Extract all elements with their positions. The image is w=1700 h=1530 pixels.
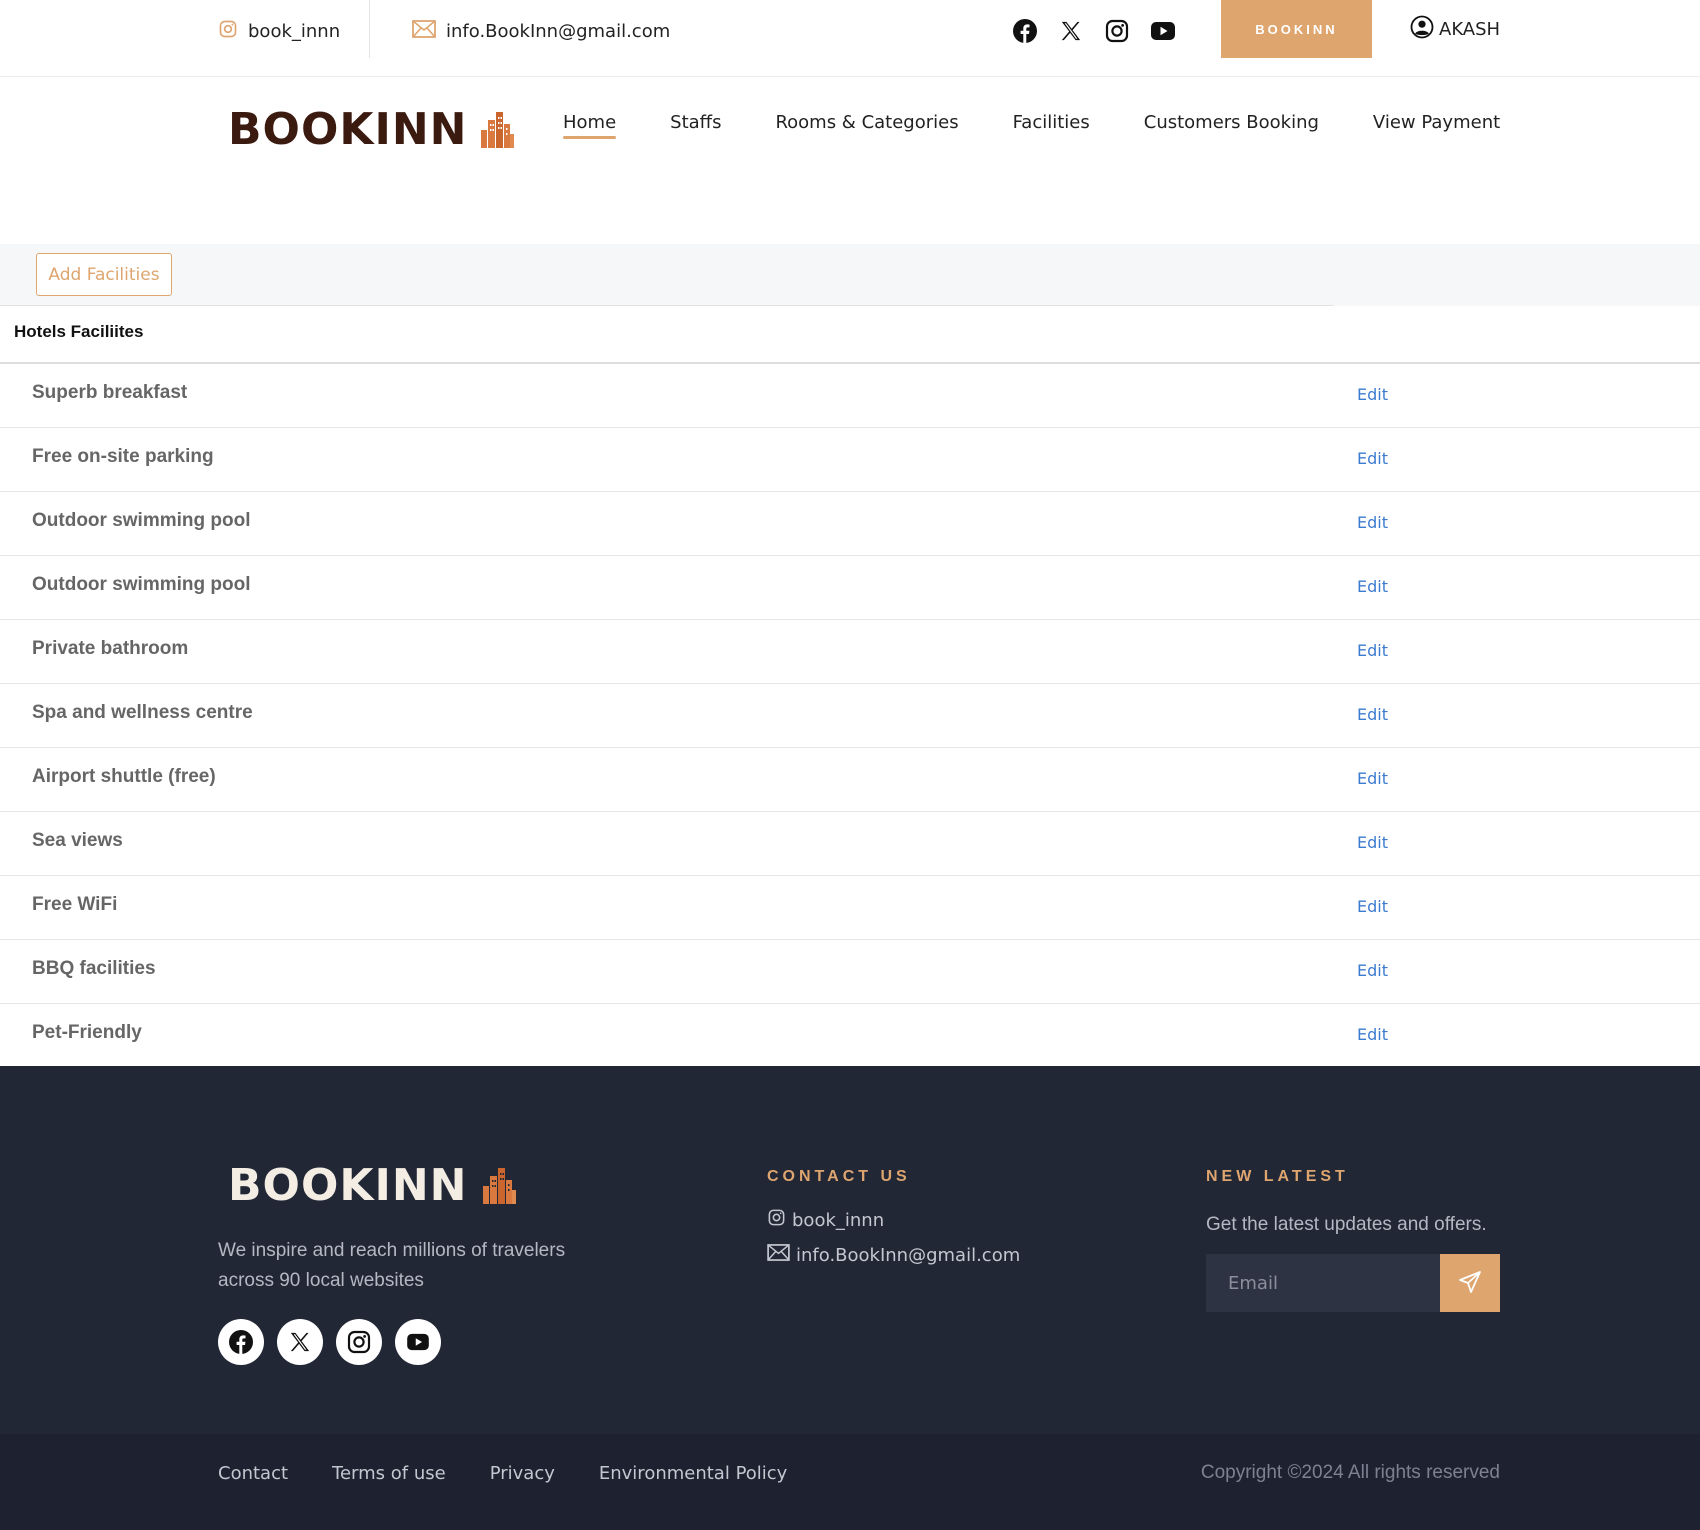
footer: BOOKINN We inspire and reach millions of… [0, 1066, 1700, 1434]
facility-name: Outdoor swimming pool [32, 574, 251, 595]
facility-name: Sea views [32, 830, 123, 851]
topbar-instagram-handle: book_innn [248, 20, 341, 42]
instagram-icon [767, 1208, 786, 1232]
facebook-icon[interactable] [218, 1319, 264, 1365]
bookinn-button[interactable]: BOOKINN [1221, 0, 1372, 58]
footer-instagram-handle: book_innn [792, 1209, 885, 1231]
main-nav: Home Staffs Rooms & Categories Facilitie… [563, 112, 1500, 139]
footer-email-text: info.BookInn@gmail.com [796, 1244, 1021, 1266]
nav-customers-booking[interactable]: Customers Booking [1144, 112, 1319, 139]
edit-link[interactable]: Edit [1357, 1025, 1388, 1044]
logo-text: BOOKINN [228, 104, 468, 155]
footer-link-privacy[interactable]: Privacy [490, 1463, 555, 1484]
facebook-icon[interactable] [1012, 13, 1038, 49]
facility-name: Outdoor swimming pool [32, 510, 251, 531]
table-row: Outdoor swimming pool Edit [0, 492, 1700, 556]
x-icon[interactable] [1058, 13, 1084, 49]
send-icon [1458, 1270, 1482, 1297]
topbar-social-links [1012, 13, 1176, 49]
nav-rooms-categories[interactable]: Rooms & Categories [775, 112, 958, 139]
main-header: BOOKINN Home Staffs Rooms & Categories F… [0, 78, 1700, 244]
building-icon [481, 1166, 517, 1208]
newsletter-email-input[interactable] [1206, 1254, 1441, 1312]
table-row: Superb breakfast Edit [0, 364, 1700, 428]
footer-links: Contact Terms of use Privacy Environment… [218, 1434, 787, 1512]
instagram-icon[interactable] [1104, 13, 1130, 49]
topbar-email[interactable]: info.BookInn@gmail.com [412, 0, 670, 62]
table-row: Private bathroom Edit [0, 620, 1700, 684]
table-row: Free on-site parking Edit [0, 428, 1700, 492]
table-row: BBQ facilities Edit [0, 940, 1700, 1004]
mail-icon [412, 19, 436, 43]
facility-name: Free on-site parking [32, 446, 214, 467]
instagram-icon [218, 19, 238, 44]
footer-link-contact[interactable]: Contact [218, 1463, 288, 1484]
footer-email[interactable]: info.BookInn@gmail.com [767, 1244, 1020, 1266]
facility-name: Private bathroom [32, 638, 189, 659]
facility-name: Spa and wellness centre [32, 702, 253, 723]
footer-link-environmental-policy[interactable]: Environmental Policy [599, 1463, 787, 1484]
user-menu[interactable]: AKASH [1410, 0, 1500, 58]
table-row: Outdoor swimming pool Edit [0, 556, 1700, 620]
instagram-icon[interactable] [336, 1319, 382, 1365]
edit-link[interactable]: Edit [1357, 961, 1388, 980]
footer-instagram[interactable]: book_innn [767, 1208, 884, 1232]
footer-description: We inspire and reach millions of travele… [218, 1240, 566, 1291]
edit-link[interactable]: Edit [1357, 577, 1388, 596]
footer-logo[interactable]: BOOKINN [228, 1164, 517, 1208]
footer-logo-text: BOOKINN [228, 1160, 468, 1211]
action-bar: Add Facilities [0, 244, 1700, 306]
topbar-email-text: info.BookInn@gmail.com [446, 20, 671, 42]
edit-link[interactable]: Edit [1357, 385, 1388, 404]
facility-name: Airport shuttle (free) [32, 766, 216, 787]
nav-staffs[interactable]: Staffs [670, 112, 721, 139]
table-row: Free WiFi Edit [0, 876, 1700, 940]
footer-social-links [218, 1319, 441, 1365]
nav-home[interactable]: Home [563, 112, 617, 139]
user-icon [1410, 15, 1434, 44]
nav-view-payment[interactable]: View Payment [1373, 112, 1500, 139]
user-name: AKASH [1439, 18, 1501, 40]
latest-text: Get the latest updates and offers. [1206, 1214, 1487, 1235]
top-bar: book_innn info.BookInn@gmail.com BOOKINN… [0, 0, 1700, 77]
edit-link[interactable]: Edit [1357, 833, 1388, 852]
footer-link-terms[interactable]: Terms of use [332, 1463, 446, 1484]
edit-link[interactable]: Edit [1357, 641, 1388, 660]
copyright: Copyright ©2024 All rights reserved [1200, 1462, 1500, 1483]
table-row: Pet-Friendly Edit [0, 1004, 1700, 1068]
youtube-icon[interactable] [1150, 13, 1176, 49]
nav-facilities[interactable]: Facilities [1013, 112, 1090, 139]
edit-link[interactable]: Edit [1357, 513, 1388, 532]
sub-footer: Contact Terms of use Privacy Environment… [0, 1434, 1700, 1530]
youtube-icon[interactable] [395, 1319, 441, 1365]
edit-link[interactable]: Edit [1357, 449, 1388, 468]
latest-heading: NEW LATEST [1206, 1168, 1349, 1185]
add-facilities-button[interactable]: Add Facilities [36, 253, 172, 296]
facility-name: Pet-Friendly [32, 1022, 142, 1043]
edit-link[interactable]: Edit [1357, 897, 1388, 916]
table-row: Airport shuttle (free) Edit [0, 748, 1700, 812]
building-icon [479, 110, 515, 152]
edit-link[interactable]: Edit [1357, 705, 1388, 724]
divider [0, 305, 1333, 306]
contact-heading: CONTACT US [767, 1168, 911, 1185]
x-icon[interactable] [277, 1319, 323, 1365]
facility-name: BBQ facilities [32, 958, 156, 979]
facility-name: Free WiFi [32, 894, 118, 915]
topbar-divider [369, 0, 370, 58]
edit-link[interactable]: Edit [1357, 769, 1388, 788]
facilities-table: Superb breakfast Edit Free on-site parki… [0, 364, 1700, 1068]
table-row: Sea views Edit [0, 812, 1700, 876]
site-logo[interactable]: BOOKINN [228, 108, 515, 152]
table-row: Spa and wellness centre Edit [0, 684, 1700, 748]
newsletter-send-button[interactable] [1440, 1254, 1500, 1312]
facility-name: Superb breakfast [32, 382, 188, 403]
mail-icon [767, 1244, 790, 1266]
topbar-instagram[interactable]: book_innn [218, 0, 340, 62]
section-title: Hotels Faciliites [14, 322, 144, 341]
